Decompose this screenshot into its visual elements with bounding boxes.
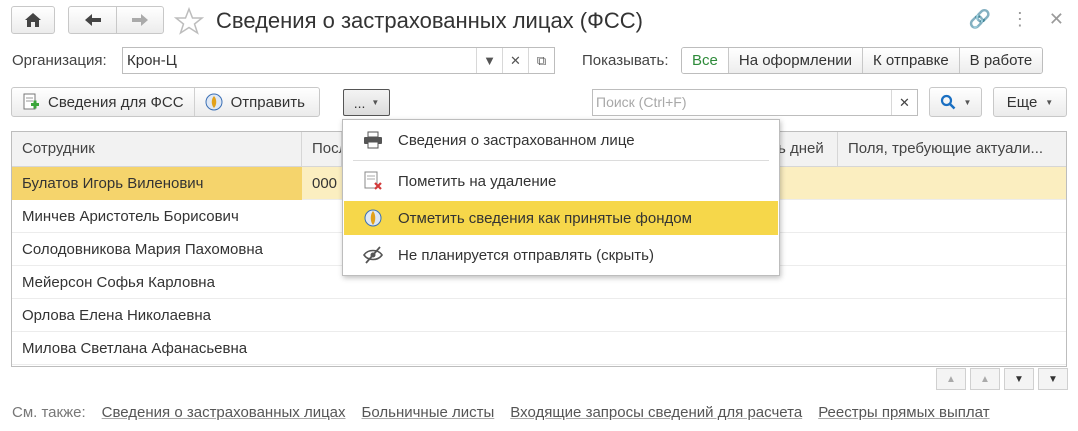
more-menu-label: Еще	[1006, 93, 1038, 111]
page-title: Сведения о застрахованных лицах (ФСС)	[216, 8, 643, 33]
link-incoming-requests[interactable]: Входящие запросы сведений для расчета	[510, 404, 802, 421]
employee-code: 000	[312, 175, 338, 192]
organization-value[interactable]: Крон-Ц	[123, 48, 476, 73]
scroll-up-icon[interactable]: ▲	[970, 368, 1000, 390]
menu-item-hide[interactable]: Не планируется отправлять (скрыть)	[344, 238, 778, 272]
organization-label: Организация:	[12, 52, 107, 69]
more-actions-button[interactable]: ... ▼	[343, 89, 390, 116]
star-icon	[173, 6, 205, 35]
add-fss-info-label: Сведения для ФСС	[48, 93, 184, 111]
filter-to-send[interactable]: К отправке	[862, 48, 959, 73]
link-direct-payment-registers[interactable]: Реестры прямых выплат	[818, 404, 989, 421]
fss-emblem-icon	[205, 93, 223, 111]
home-icon	[25, 13, 41, 27]
hide-eye-icon	[362, 244, 384, 266]
see-also-label: См. также:	[12, 404, 86, 421]
filter-in-work[interactable]: В работе	[958, 48, 1043, 73]
close-icon[interactable]: ✕	[1049, 9, 1064, 29]
fss-accepted-icon	[362, 207, 384, 229]
more-actions-label: ...	[353, 94, 366, 111]
forward-button[interactable]	[116, 6, 164, 34]
link-sick-leaves[interactable]: Больничные листы	[362, 404, 495, 421]
scroll-top-icon[interactable]: ▲	[936, 368, 966, 390]
employee-name: Минчев Аристотель Борисович	[22, 208, 239, 225]
chevron-down-icon: ▼	[1045, 97, 1054, 107]
search-input[interactable]: Поиск (Ctrl+F)	[593, 90, 891, 115]
menu-item-label: Не планируется отправлять (скрыть)	[398, 246, 654, 264]
printer-icon	[362, 129, 384, 151]
chevron-down-icon: ▼	[371, 98, 380, 107]
employee-name: Солодовникова Мария Пахомовна	[22, 241, 263, 258]
clear-search-icon[interactable]: ✕	[891, 90, 917, 115]
dropdown-icon[interactable]: ▼	[476, 48, 502, 73]
menu-separator	[353, 160, 769, 161]
employee-name: Мейерсон Софья Карловна	[22, 274, 215, 291]
send-button[interactable]: Отправить	[195, 88, 319, 116]
find-button[interactable]: ▼	[929, 87, 982, 117]
table-row[interactable]: Милова Светлана Афанасьевна	[12, 332, 1066, 365]
filter-in-progress[interactable]: На оформлении	[727, 48, 863, 73]
link-icon[interactable]: 🔗	[968, 9, 990, 29]
employee-name: Булатов Игорь Виленович	[22, 175, 204, 192]
window-controls: 🔗 ⋮ ✕	[968, 9, 1064, 29]
home-button[interactable]	[11, 6, 55, 34]
employee-name: Орлова Елена Николаевна	[22, 307, 211, 324]
column-last[interactable]: Посл	[302, 132, 342, 167]
menu-item-label: Пометить на удаление	[398, 172, 557, 190]
employee-name: Милова Светлана Афанасьевна	[22, 340, 248, 357]
search-icon	[940, 94, 955, 110]
see-also-bar: См. также: Сведения о застрахованных лиц…	[12, 404, 990, 421]
organization-field[interactable]: Крон-Ц ▼ ✕ ⧉	[122, 47, 555, 74]
add-document-icon	[23, 93, 39, 110]
delete-mark-icon	[362, 170, 384, 192]
more-menu-button[interactable]: Еще ▼	[993, 87, 1067, 117]
link-insured-persons[interactable]: Сведения о застрахованных лицах	[102, 404, 346, 421]
forward-icon	[132, 14, 148, 26]
show-label: Показывать:	[582, 52, 669, 69]
add-fss-info-button[interactable]: Сведения для ФСС	[12, 88, 195, 116]
more-actions-menu: Сведения о застрахованном лице Пометить …	[342, 119, 780, 276]
more-vertical-icon[interactable]: ⋮	[1011, 9, 1029, 29]
scroll-bottom-icon[interactable]: ▼	[1038, 368, 1068, 390]
open-icon[interactable]: ⧉	[528, 48, 554, 73]
column-employee[interactable]: Сотрудник	[12, 132, 302, 167]
command-bar: Сведения для ФСС Отправить	[11, 87, 320, 117]
chevron-down-icon: ▼	[963, 97, 972, 107]
table-row[interactable]: Орлова Елена Николаевна	[12, 299, 1066, 332]
menu-item-insured-info[interactable]: Сведения о застрахованном лице	[344, 123, 778, 157]
menu-item-mark-accepted[interactable]: Отметить сведения как принятые фондом	[344, 201, 778, 235]
favorite-star-button[interactable]	[173, 6, 205, 39]
menu-item-label: Отметить сведения как принятые фондом	[398, 209, 692, 227]
column-fields-to-update[interactable]: Поля, требующие актуали...	[838, 132, 1066, 167]
clear-icon[interactable]: ✕	[502, 48, 528, 73]
menu-item-label: Сведения о застрахованном лице	[398, 131, 635, 149]
show-filter-tabs[interactable]: Все На оформлении К отправке В работе	[681, 47, 1044, 74]
menu-item-mark-delete[interactable]: Пометить на удаление	[344, 164, 778, 198]
filter-all[interactable]: Все	[682, 48, 728, 73]
back-icon	[84, 14, 101, 26]
search-field[interactable]: Поиск (Ctrl+F) ✕	[592, 89, 918, 116]
send-label: Отправить	[230, 93, 305, 111]
scroll-down-icon[interactable]: ▼	[1004, 368, 1034, 390]
back-button[interactable]	[68, 6, 117, 34]
table-scroll-controls: ▲ ▲ ▼ ▼	[936, 368, 1068, 390]
